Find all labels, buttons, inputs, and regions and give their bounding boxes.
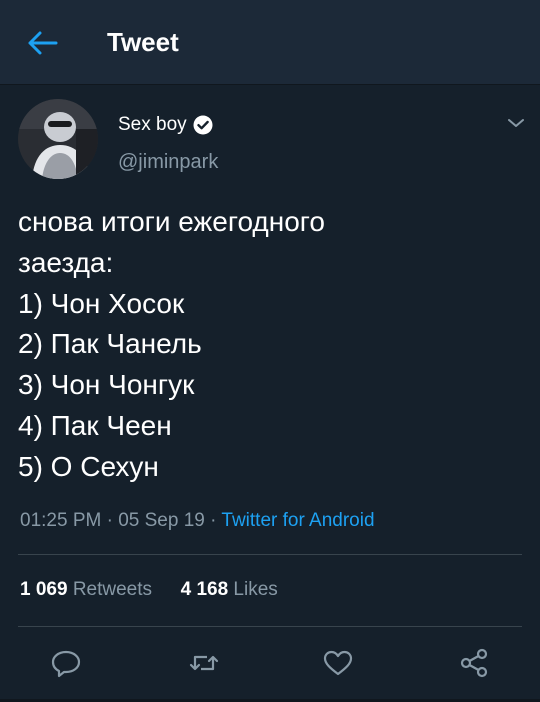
top-app-bar: Tweet bbox=[0, 0, 540, 85]
likes-stat[interactable]: 4 168 Likes bbox=[181, 579, 278, 600]
divider bbox=[18, 626, 522, 627]
retweet-button[interactable] bbox=[186, 645, 222, 681]
tweet-options-button[interactable] bbox=[505, 114, 527, 132]
tweet-text-line: 5) О Сехун bbox=[18, 450, 159, 482]
tweet-text-line: 4) Пак Чеен bbox=[18, 409, 172, 441]
tweet-text-line: 3) Чон Чонгук bbox=[18, 369, 195, 401]
tweet-text-line: снова итоги ежегодного bbox=[18, 206, 325, 237]
tweet-text-line: заезда: bbox=[18, 246, 114, 278]
tweet-source-link[interactable]: Twitter for Android bbox=[221, 510, 374, 531]
meta-separator: · bbox=[210, 510, 217, 531]
meta-separator: · bbox=[106, 510, 113, 531]
retweet-icon bbox=[189, 655, 219, 671]
author-display-name: Sex boy bbox=[118, 114, 187, 135]
verified-badge-icon bbox=[193, 115, 213, 135]
tweet-text-line: 2) Пак Чанель bbox=[18, 328, 202, 360]
divider bbox=[18, 554, 522, 555]
chevron-down-icon bbox=[508, 119, 524, 127]
page-title: Tweet bbox=[107, 27, 179, 57]
likes-label: Likes bbox=[233, 579, 278, 600]
tweet-detail-screen: Tweet Sex boy @jiminpark снова итоги еже… bbox=[0, 0, 540, 702]
reply-button[interactable] bbox=[48, 645, 84, 681]
like-icon bbox=[323, 650, 353, 676]
back-button[interactable] bbox=[24, 28, 60, 58]
retweets-label: Retweets bbox=[72, 579, 153, 600]
tweet-time: 01:25 PM bbox=[20, 510, 102, 531]
author-handle[interactable]: @jiminpark bbox=[118, 148, 218, 176]
like-button[interactable] bbox=[320, 645, 356, 681]
retweets-stat[interactable]: 1 069 Retweets bbox=[20, 579, 152, 600]
tweet-meta: 01:25 PM · 05 Sep 19 · Twitter for Andro… bbox=[20, 507, 375, 535]
reply-icon bbox=[51, 650, 81, 678]
avatar[interactable] bbox=[18, 99, 98, 179]
avatar-photo bbox=[18, 99, 98, 179]
likes-count: 4 168 bbox=[180, 579, 229, 600]
tweet-text-line: 1) Чон Хосок bbox=[18, 287, 185, 319]
share-button[interactable] bbox=[456, 645, 492, 681]
retweets-count: 1 069 bbox=[20, 579, 68, 600]
tweet-date: 05 Sep 19 bbox=[118, 510, 205, 531]
author-name[interactable]: Sex boy bbox=[118, 112, 213, 138]
share-icon bbox=[460, 648, 488, 678]
tweet-stats: 1 069 Retweets 4 168 Likes bbox=[20, 576, 278, 604]
arrow-left-icon bbox=[28, 31, 58, 55]
tweet-text: снова итоги ежегодного заезда: 1) Чон Хо… bbox=[18, 202, 518, 488]
